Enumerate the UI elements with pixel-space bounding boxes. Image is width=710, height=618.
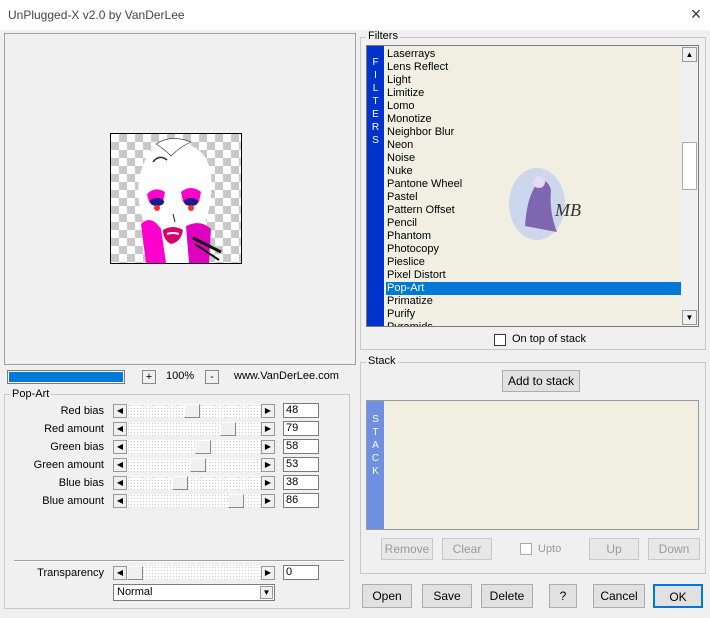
stack-group-label: Stack (366, 355, 398, 367)
red-amount-value-field[interactable]: 79 (283, 421, 319, 436)
blue-amount-decrease-button[interactable]: ◀ (113, 494, 127, 508)
filters-strip: FILTERS (367, 46, 384, 326)
red-amount-increase-button[interactable]: ▶ (261, 422, 275, 436)
red-bias-label: Red bias (60, 405, 104, 417)
cancel-button[interactable]: Cancel (593, 584, 645, 608)
filter-item[interactable]: Laserrays (386, 48, 681, 61)
scroll-up-icon[interactable]: ▲ (682, 47, 697, 62)
popart-group-label: Pop-Art (10, 388, 52, 400)
up-button[interactable]: Up (589, 538, 639, 560)
open-button[interactable]: Open (362, 584, 412, 608)
filter-item[interactable]: Lens Reflect (386, 61, 681, 74)
red-bias-increase-button[interactable]: ▶ (261, 404, 275, 418)
blue-bias-value-field[interactable]: 38 (283, 475, 319, 490)
stack-strip: STACK (367, 401, 384, 529)
zoom-in-button[interactable]: + (142, 370, 156, 384)
filter-item[interactable]: Limitize (386, 87, 681, 100)
transparency-increase-button[interactable]: ▶ (261, 566, 275, 580)
filter-item[interactable]: Lomo (386, 100, 681, 113)
add-to-stack-button[interactable]: Add to stack (502, 370, 580, 392)
divider-highlight (14, 561, 344, 562)
help-button[interactable]: ? (549, 584, 577, 608)
progress-fill (9, 372, 123, 382)
preview-image (110, 133, 242, 264)
save-button[interactable]: Save (422, 584, 472, 608)
stack-list[interactable]: STACK (366, 400, 699, 530)
upto-checkbox[interactable] (520, 543, 532, 555)
filters-list[interactable]: FILTERS Laserrays Lens Reflect Light Limiti… (366, 45, 699, 327)
close-button[interactable]: × (684, 3, 708, 25)
green-bias-value-field[interactable]: 58 (283, 439, 319, 454)
zoom-out-button[interactable]: - (205, 370, 219, 384)
blue-bias-slider-thumb[interactable] (172, 476, 188, 490)
on-top-checkbox[interactable] (494, 334, 506, 346)
green-bias-decrease-button[interactable]: ◀ (113, 440, 127, 454)
green-bias-slider-track[interactable] (127, 440, 261, 454)
red-amount-label: Red amount (44, 423, 104, 435)
clear-button[interactable]: Clear (442, 538, 492, 560)
filter-item[interactable]: Neon (386, 139, 681, 152)
delete-button[interactable]: Delete (481, 584, 533, 608)
scroll-down-icon[interactable]: ▼ (682, 310, 697, 325)
green-bias-label: Green bias (50, 441, 104, 453)
filter-item[interactable]: Monotize (386, 113, 681, 126)
red-amount-slider-thumb[interactable] (220, 422, 236, 436)
filter-item[interactable]: Noise (386, 152, 681, 165)
window-title: UnPlugged-X v2.0 by VanDerLee (8, 8, 185, 22)
red-amount-slider-track[interactable] (127, 422, 261, 436)
zoom-level: 100% (166, 370, 195, 382)
blue-amount-label: Blue amount (42, 495, 104, 507)
watermark-text: MB (554, 200, 581, 220)
credits-url[interactable]: www.VanDerLee.com (234, 370, 339, 382)
green-amount-increase-button[interactable]: ▶ (261, 458, 275, 472)
blend-mode-value: Normal (117, 586, 153, 598)
red-bias-value-field[interactable]: 48 (283, 403, 319, 418)
watermark-logo: MB (507, 166, 581, 242)
green-amount-value-field[interactable]: 53 (283, 457, 319, 472)
filter-item[interactable]: Purify (386, 308, 681, 321)
filter-item[interactable]: Pixel Distort (386, 269, 681, 282)
on-top-label: On top of stack (512, 333, 586, 345)
green-bias-slider-thumb[interactable] (195, 440, 211, 454)
transparency-decrease-button[interactable]: ◀ (113, 566, 127, 580)
filter-item[interactable]: Neighbor Blur (386, 126, 681, 139)
filter-item[interactable]: Pop-Art (386, 282, 681, 295)
transparency-slider-thumb[interactable] (127, 566, 143, 580)
stack-strip-label: STACK (371, 414, 380, 477)
green-amount-label: Green amount (33, 459, 104, 471)
blue-bias-decrease-button[interactable]: ◀ (113, 476, 127, 490)
ok-button[interactable]: OK (653, 584, 703, 608)
transparency-value-field[interactable]: 0 (283, 565, 319, 580)
transparency-label: Transparency (37, 567, 104, 579)
transparency-slider-track[interactable] (127, 566, 261, 580)
pop-art-portrait (138, 138, 222, 263)
blue-bias-slider-track[interactable] (127, 476, 261, 490)
blue-bias-increase-button[interactable]: ▶ (261, 476, 275, 490)
scrollbar-thumb[interactable] (682, 142, 697, 190)
upto-label: Upto (538, 543, 562, 555)
filters-scrollbar[interactable]: ▲ ▼ (681, 46, 698, 326)
filter-item[interactable]: Light (386, 74, 681, 87)
red-amount-decrease-button[interactable]: ◀ (113, 422, 127, 436)
filters-group-label: Filters (366, 30, 400, 42)
blend-mode-select[interactable]: Normal ▼ (113, 584, 275, 601)
blue-amount-slider-thumb[interactable] (228, 494, 244, 508)
green-amount-decrease-button[interactable]: ◀ (113, 458, 127, 472)
progress-bar (7, 370, 125, 384)
green-amount-slider-thumb[interactable] (190, 458, 206, 472)
filter-item[interactable]: Photocopy (386, 243, 681, 256)
filter-item[interactable]: Pieslice (386, 256, 681, 269)
blue-amount-increase-button[interactable]: ▶ (261, 494, 275, 508)
blue-amount-value-field[interactable]: 86 (283, 493, 319, 508)
chevron-down-icon[interactable]: ▼ (260, 586, 273, 599)
red-bias-slider-thumb[interactable] (184, 404, 200, 418)
filters-strip-label: FILTERS (371, 57, 380, 146)
filter-item[interactable]: Primatize (386, 295, 681, 308)
remove-button[interactable]: Remove (381, 538, 433, 560)
filter-item[interactable]: Pyramids (386, 321, 681, 326)
down-button[interactable]: Down (648, 538, 700, 560)
green-bias-increase-button[interactable]: ▶ (261, 440, 275, 454)
red-bias-decrease-button[interactable]: ◀ (113, 404, 127, 418)
blue-bias-label: Blue bias (58, 477, 104, 489)
